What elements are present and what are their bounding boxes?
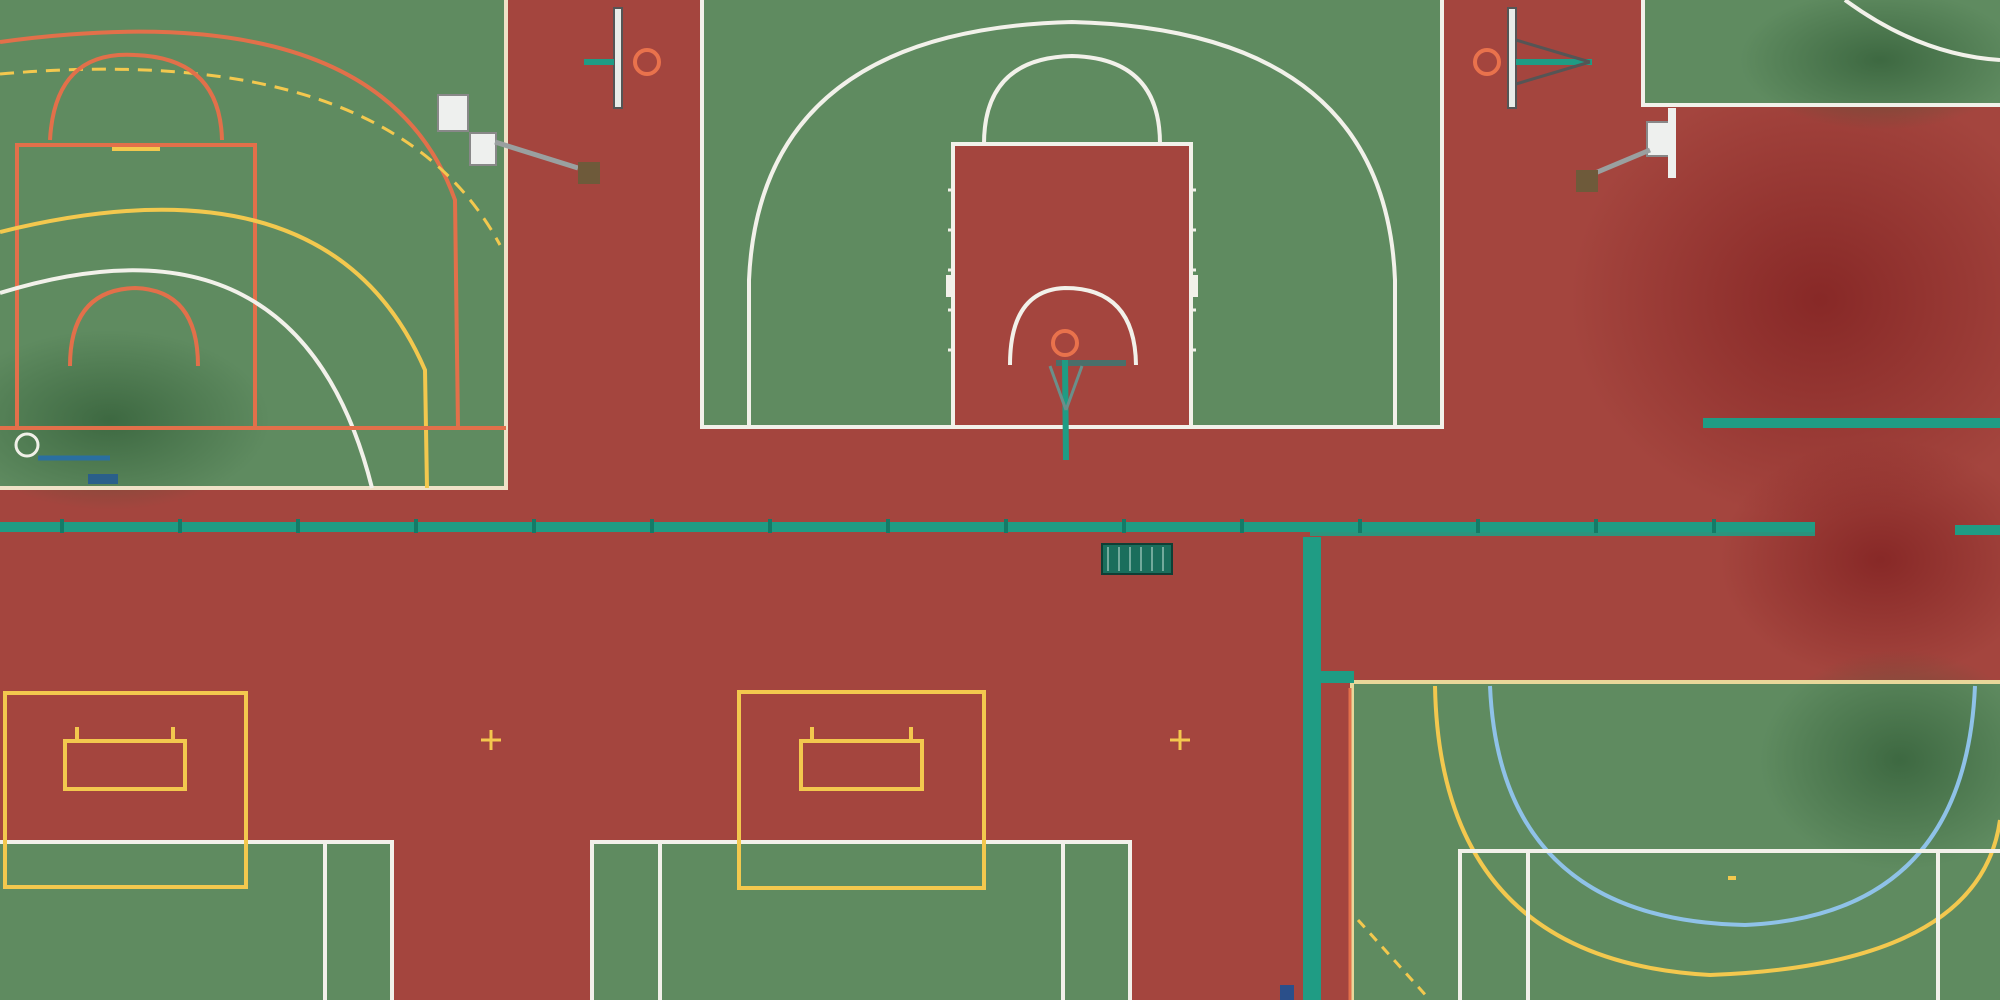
fence-post (1240, 519, 1244, 533)
fence-post (296, 519, 300, 533)
hoop-base (88, 474, 118, 484)
fence-post (60, 519, 64, 533)
key-area-fill (953, 144, 1191, 427)
basketball-courts-photo (0, 0, 2000, 1000)
fence-post (1476, 519, 1480, 533)
vertical-fence (1303, 537, 1321, 1000)
fence-post (1122, 519, 1126, 533)
drain-grate (1101, 543, 1173, 575)
utility-box (1280, 985, 1294, 1000)
floodlight (437, 94, 469, 132)
fence-post (886, 519, 890, 533)
fence-post (650, 519, 654, 533)
floodlight-post (578, 162, 600, 184)
floodlight (1668, 108, 1676, 178)
fence-post (1004, 519, 1008, 533)
floodlight-post (1576, 170, 1598, 192)
floodlight (469, 132, 497, 166)
fence-segment (1703, 418, 2000, 428)
fence-post (178, 519, 182, 533)
fence-post (768, 519, 772, 533)
lane-block (1192, 275, 1198, 297)
fence-post (1594, 519, 1598, 533)
backboard (1507, 7, 1517, 109)
lane-block (946, 275, 952, 297)
fence-post (1358, 519, 1362, 533)
green-court-surface (592, 842, 1130, 1000)
fence-post (414, 519, 418, 533)
fence-segment (1955, 525, 2000, 535)
fence-segment (1320, 671, 1354, 683)
green-court-surface (0, 842, 392, 1000)
fence-post (1712, 519, 1716, 533)
backboard (613, 7, 623, 109)
fence-segment (1310, 522, 1815, 536)
fence-post (532, 519, 536, 533)
